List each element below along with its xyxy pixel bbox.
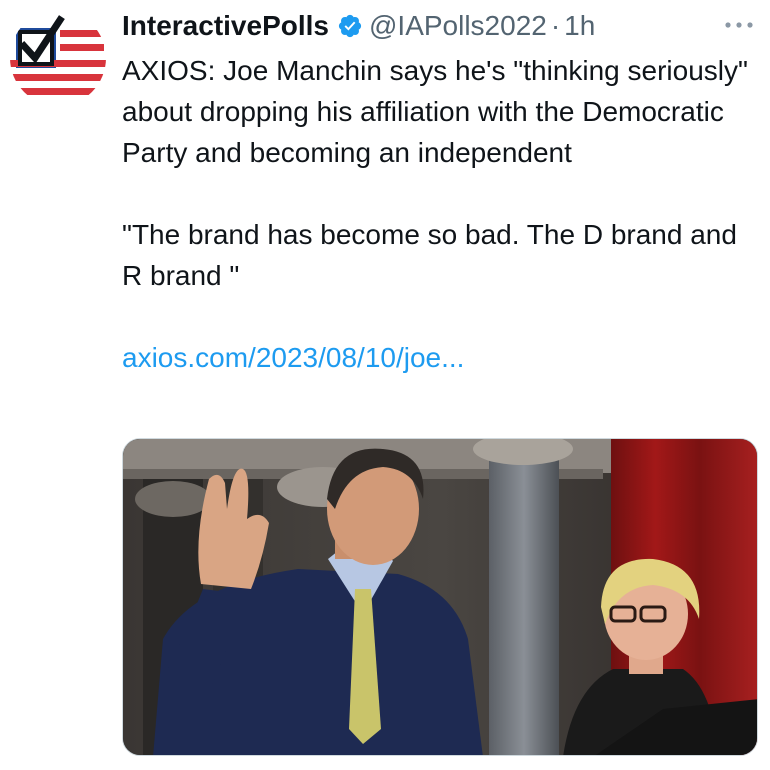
avatar[interactable] <box>10 10 106 106</box>
timestamp[interactable]: 1h <box>564 8 595 44</box>
tweet-text: AXIOS: Joe Manchin says he's "thinking s… <box>122 50 764 378</box>
photo-swearing-in <box>123 439 757 755</box>
tweet-photo[interactable] <box>122 438 758 756</box>
display-name[interactable]: InteractivePolls <box>122 8 329 44</box>
separator-dot: · <box>550 10 561 41</box>
article-link[interactable]: axios.com/2023/08/10/joe... <box>122 342 464 373</box>
tweet-header: InteractivePolls @IAPolls2022 · 1h <box>122 8 595 44</box>
handle[interactable]: @IAPolls2022 <box>369 8 547 44</box>
checkmark-flag-logo-icon <box>10 10 106 106</box>
verified-badge-icon[interactable] <box>337 13 363 39</box>
tweet-paragraph: "The brand has become so bad. The D bran… <box>122 219 745 291</box>
tweet-paragraph: AXIOS: Joe Manchin says he's "thinking s… <box>122 55 756 168</box>
more-options-icon[interactable] <box>722 14 756 36</box>
